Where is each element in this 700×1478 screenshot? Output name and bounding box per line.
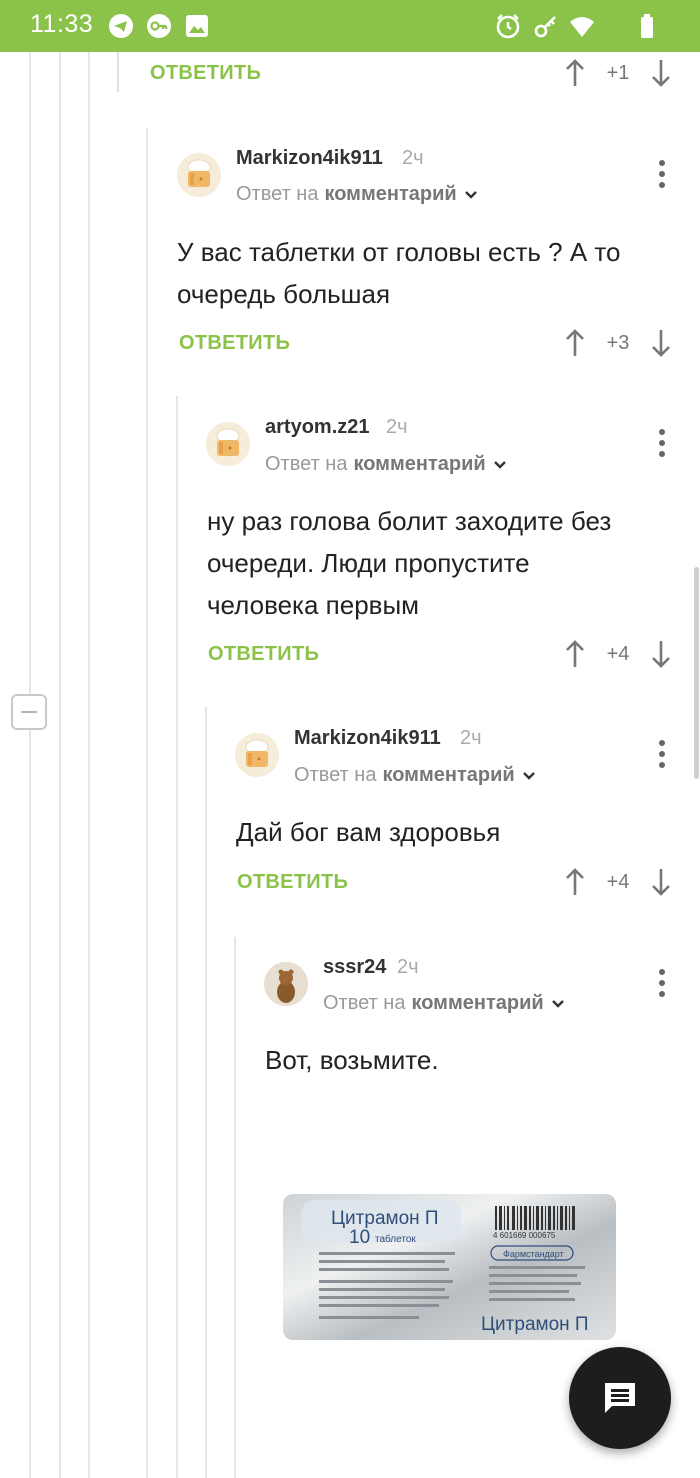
thread-line: [146, 128, 148, 1478]
thread-line: [117, 52, 119, 92]
chevron-down-icon[interactable]: [521, 768, 537, 784]
thread-line: [205, 707, 207, 1478]
wifi-icon: [569, 13, 595, 39]
score: +4: [606, 870, 630, 893]
more-options-icon[interactable]: [650, 423, 674, 463]
comment-age: 2ч: [402, 147, 424, 169]
upvote-icon[interactable]: [560, 326, 590, 360]
pill-brand-top: Цитрамон П: [331, 1208, 439, 1229]
username[interactable]: Markizon4ik911: [236, 147, 383, 170]
upvote-icon[interactable]: [560, 56, 590, 90]
thread-line: [88, 52, 90, 1478]
pill-barcode-number: 4 601669 000675: [493, 1231, 556, 1240]
reply-to: Ответ на комментарий: [265, 453, 508, 476]
username[interactable]: artyom.z21: [265, 416, 370, 439]
downvote-icon[interactable]: [646, 637, 676, 671]
comment-text: ну раз голова болит заходите без очереди…: [207, 506, 612, 620]
write-comment-button[interactable]: [569, 1347, 671, 1449]
comment-text: У вас таблетки от головы есть ? А то оче…: [177, 237, 621, 309]
parent-comment-link[interactable]: комментарий: [353, 453, 485, 476]
status-bar: 11:33: [0, 0, 700, 52]
username[interactable]: sssr24: [323, 956, 386, 979]
username[interactable]: Markizon4ik911: [294, 727, 441, 750]
reply-to: Ответ на комментарий: [294, 764, 537, 787]
reply-button[interactable]: ОТВЕТИТЬ: [208, 643, 319, 666]
reply-to: Ответ на комментарий: [323, 992, 566, 1015]
vote-controls: +4: [560, 865, 676, 899]
reply-to-prefix: Ответ на: [236, 183, 319, 205]
vote-controls: +3: [560, 326, 676, 360]
vote-controls: +4: [560, 637, 676, 671]
avatar[interactable]: [264, 962, 308, 1006]
chevron-down-icon[interactable]: [550, 996, 566, 1012]
pill-brand-bottom: Цитрамон П: [481, 1314, 589, 1335]
reply-to-prefix: Ответ на: [294, 764, 377, 786]
comment-icon: [605, 1383, 635, 1413]
more-options-icon[interactable]: [650, 963, 674, 1003]
avatar[interactable]: [235, 733, 279, 777]
avatar[interactable]: [206, 422, 250, 466]
attached-image[interactable]: Цитрамон П 10 таблеток 4 601669 000675 Ф…: [283, 1194, 616, 1340]
score: +4: [606, 642, 630, 665]
downvote-icon[interactable]: [646, 326, 676, 360]
reply-to-prefix: Ответ на: [323, 992, 406, 1014]
reply-button[interactable]: ОТВЕТИТЬ: [179, 332, 290, 355]
telegram-icon: [108, 13, 134, 39]
reply-button[interactable]: ОТВЕТИТЬ: [150, 62, 261, 85]
comment-age: 2ч: [460, 727, 482, 749]
thread-line: [29, 52, 31, 1478]
vote-controls: +1: [560, 56, 676, 90]
status-time: 11:33: [30, 10, 94, 38]
pill-count-label: таблеток: [375, 1233, 416, 1245]
reply-button[interactable]: ОТВЕТИТЬ: [237, 871, 348, 894]
score: +1: [606, 61, 630, 84]
collapse-thread-button[interactable]: [11, 694, 47, 730]
comment-text: Вот, возьмите.: [265, 1045, 439, 1075]
reply-to: Ответ на комментарий: [236, 183, 479, 206]
comment-text: Дай бог вам здоровья: [236, 817, 501, 847]
chevron-down-icon[interactable]: [463, 187, 479, 203]
pill-count: 10: [349, 1227, 370, 1248]
alarm-icon: [495, 13, 521, 39]
reply-to-prefix: Ответ на: [265, 453, 348, 475]
thread-line: [176, 396, 178, 1478]
thread-line: [59, 52, 61, 1478]
vpn-key-icon: [146, 13, 172, 39]
downvote-icon[interactable]: [646, 56, 676, 90]
downvote-icon[interactable]: [646, 865, 676, 899]
avatar[interactable]: [177, 153, 221, 197]
parent-comment-link[interactable]: комментарий: [324, 183, 456, 206]
battery-icon: [636, 13, 662, 39]
parent-comment-link[interactable]: комментарий: [411, 992, 543, 1015]
parent-comment-link[interactable]: комментарий: [382, 764, 514, 787]
thread-line: [234, 937, 236, 1478]
comment-age: 2ч: [386, 416, 408, 438]
more-options-icon[interactable]: [650, 734, 674, 774]
chevron-down-icon[interactable]: [492, 457, 508, 473]
pill-maker: Фармстандарт: [503, 1249, 564, 1259]
upvote-icon[interactable]: [560, 865, 590, 899]
score: +3: [606, 331, 630, 354]
upvote-icon[interactable]: [560, 637, 590, 671]
scrollbar[interactable]: [694, 567, 699, 779]
more-options-icon[interactable]: [650, 154, 674, 194]
image-icon: [184, 13, 210, 39]
key-icon: [533, 13, 559, 39]
comment-age: 2ч: [397, 956, 419, 978]
